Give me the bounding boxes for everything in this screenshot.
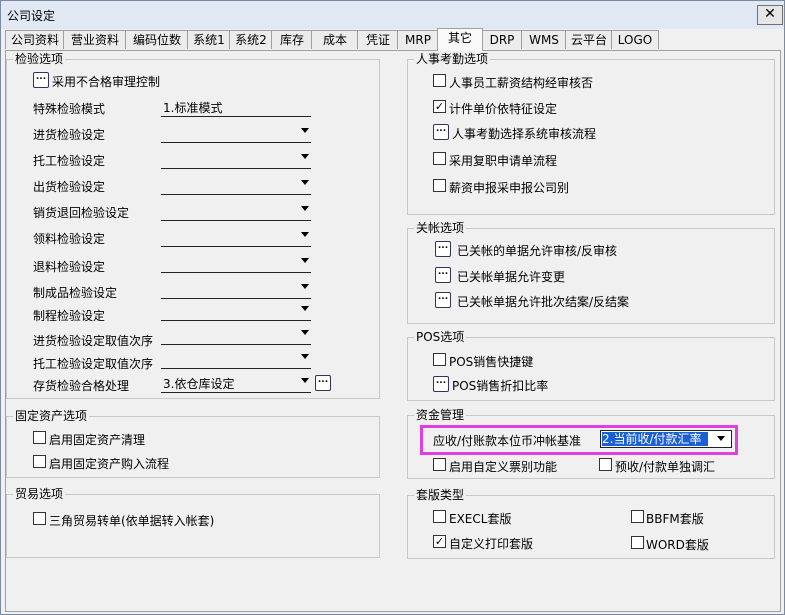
reject-control-label: 采用不合格审理控制 — [52, 75, 161, 89]
purchase-inspection-order-label: 进货检验设定取值次序 — [33, 334, 154, 348]
closing-group-title: 关帐选项 — [414, 221, 467, 235]
bbfm-template-checkbox[interactable] — [631, 510, 644, 523]
attendance-flow-button[interactable]: ... — [433, 124, 449, 140]
triangular-trade-label: 三角贸易转单(依单据转入帐套) — [49, 514, 215, 528]
outsourcing-inspection-label: 托工检验设定 — [33, 154, 106, 168]
material-return-inspection-select[interactable] — [161, 254, 311, 273]
templates-group-title: 套版类型 — [414, 488, 467, 502]
tab-mrp[interactable]: MRP — [397, 30, 439, 49]
outsourcing-inspection-order-label: 托工检验设定取值次序 — [33, 357, 154, 371]
tab-business-info[interactable]: 营业资料 — [63, 30, 127, 49]
pos-discount-button[interactable]: ... — [433, 376, 449, 392]
salary-by-company-checkbox[interactable] — [433, 179, 446, 192]
outsourcing-inspection-select[interactable] — [161, 150, 311, 169]
finished-goods-inspection-label: 制成品检验设定 — [33, 286, 118, 300]
pos-shortcut-checkbox[interactable] — [433, 353, 446, 366]
hr-group-title: 人事考勤选项 — [414, 52, 491, 66]
shipping-inspection-label: 出货检验设定 — [33, 180, 106, 194]
tab-cloud-platform[interactable]: 云平台 — [565, 30, 613, 49]
tab-inventory[interactable]: 库存 — [271, 30, 313, 49]
salary-review-checkbox[interactable] — [433, 74, 446, 87]
closed-batch-close-label: 已关帐单据允许批次结案/反结案 — [457, 295, 630, 309]
chevron-down-icon[interactable] — [717, 436, 725, 441]
fixed-assets-purchase-label: 启用固定资产购入流程 — [49, 457, 170, 471]
tab-cost[interactable]: 成本 — [311, 30, 359, 49]
tab-system2[interactable]: 系统2 — [229, 30, 273, 49]
tab-logo[interactable]: LOGO — [611, 30, 659, 49]
tab-drp[interactable]: DRP — [481, 30, 523, 49]
purchase-inspection-select[interactable] — [161, 124, 311, 143]
inventory-pass-handling-select[interactable]: 3.依仓库设定 — [161, 374, 311, 393]
material-return-inspection-label: 退料检验设定 — [33, 260, 106, 274]
process-inspection-label: 制程检验设定 — [33, 309, 106, 323]
execl-template-checkbox[interactable] — [433, 510, 446, 523]
word-template-label: WORD套版 — [646, 538, 709, 552]
fixed-assets-clearance-label: 启用固定资产清理 — [49, 433, 146, 447]
inventory-pass-handling-button[interactable]: ... — [315, 375, 331, 391]
closed-change-button[interactable]: ... — [435, 267, 451, 283]
special-inspection-mode-select[interactable]: 1.标准模式 — [161, 98, 311, 117]
pos-discount-label: POS销售折扣比率 — [452, 379, 549, 393]
shipping-inspection-select[interactable] — [161, 176, 311, 195]
fixed-assets-clearance-checkbox[interactable] — [33, 431, 46, 444]
fixed-assets-group-title: 固定资产选项 — [13, 409, 90, 423]
fixed-assets-purchase-checkbox[interactable] — [33, 455, 46, 468]
window-title: 公司设定 — [7, 9, 56, 23]
closed-batch-close-button[interactable]: ... — [435, 292, 451, 308]
sales-return-inspection-select[interactable] — [161, 202, 311, 221]
closed-change-label: 已关帐单据允许变更 — [457, 270, 566, 284]
purchase-inspection-label: 进货检验设定 — [33, 128, 106, 142]
closed-approve-label: 已关帐的单据允许审核/反审核 — [457, 244, 618, 258]
overtime-flow-checkbox[interactable] — [433, 152, 446, 165]
offset-basis-select[interactable]: 2.当前收/付款汇率 — [600, 430, 732, 448]
process-inspection-select[interactable] — [161, 302, 311, 321]
tab-wms[interactable]: WMS — [521, 30, 567, 49]
attendance-flow-label: 人事考勤选择系统审核流程 — [452, 127, 597, 141]
overtime-flow-label: 采用复职申请单流程 — [449, 154, 558, 168]
finished-goods-inspection-select[interactable] — [161, 280, 311, 299]
separate-rate-checkbox[interactable] — [599, 458, 612, 471]
triangular-trade-checkbox[interactable] — [33, 512, 46, 525]
offset-basis-value: 2.当前收/付款汇率 — [602, 432, 708, 446]
closed-approve-button[interactable]: ... — [435, 241, 451, 257]
tab-system1[interactable]: 系统1 — [187, 30, 231, 49]
tab-company-info[interactable]: 公司资料 — [5, 30, 65, 49]
inventory-pass-handling-label: 存货检验合格处理 — [33, 379, 130, 393]
salary-review-label: 人事员工薪资结构经审核否 — [449, 76, 594, 90]
close-button[interactable]: ✕ — [757, 5, 783, 25]
funds-group-title: 资金管理 — [414, 408, 467, 422]
piece-rate-checkbox[interactable]: ✓ — [433, 100, 446, 113]
pos-shortcut-label: POS销售快捷键 — [449, 355, 534, 369]
custom-print-template-label: 自定义打印套版 — [449, 537, 534, 551]
salary-by-company-label: 薪资申报采申报公司别 — [449, 181, 570, 195]
pos-group-title: POS选项 — [414, 330, 467, 344]
custom-bill-checkbox[interactable] — [433, 458, 446, 471]
offset-basis-label: 应收/付账款本位币冲帐基准 — [433, 434, 582, 448]
execl-template-label: EXECL套版 — [449, 512, 512, 526]
tab-voucher[interactable]: 凭证 — [357, 30, 399, 49]
word-template-checkbox[interactable] — [631, 536, 644, 549]
custom-bill-label: 启用自定义票别功能 — [449, 460, 558, 474]
material-issue-inspection-select[interactable] — [161, 228, 311, 247]
reject-control-button[interactable]: ... — [33, 72, 49, 88]
tab-code-digits[interactable]: 编码位数 — [125, 30, 189, 49]
bbfm-template-label: BBFM套版 — [646, 512, 704, 526]
trade-group-title: 贸易选项 — [13, 487, 66, 501]
inspection-group-title: 检验选项 — [13, 52, 66, 66]
sales-return-inspection-label: 销货退回检验设定 — [33, 206, 130, 220]
title-bar: 公司设定 ✕ — [1, 1, 784, 29]
purchase-inspection-order-select[interactable] — [161, 326, 311, 345]
separate-rate-label: 预收/付款单独调汇 — [615, 460, 716, 474]
custom-print-template-checkbox[interactable]: ✓ — [433, 535, 446, 548]
special-inspection-mode-label: 特殊检验模式 — [33, 102, 106, 116]
piece-rate-label: 计件单价依特征设定 — [449, 102, 558, 116]
material-issue-inspection-label: 领料检验设定 — [33, 232, 106, 246]
outsourcing-inspection-order-select[interactable] — [161, 350, 311, 369]
tab-other[interactable]: 其它 — [437, 28, 483, 51]
